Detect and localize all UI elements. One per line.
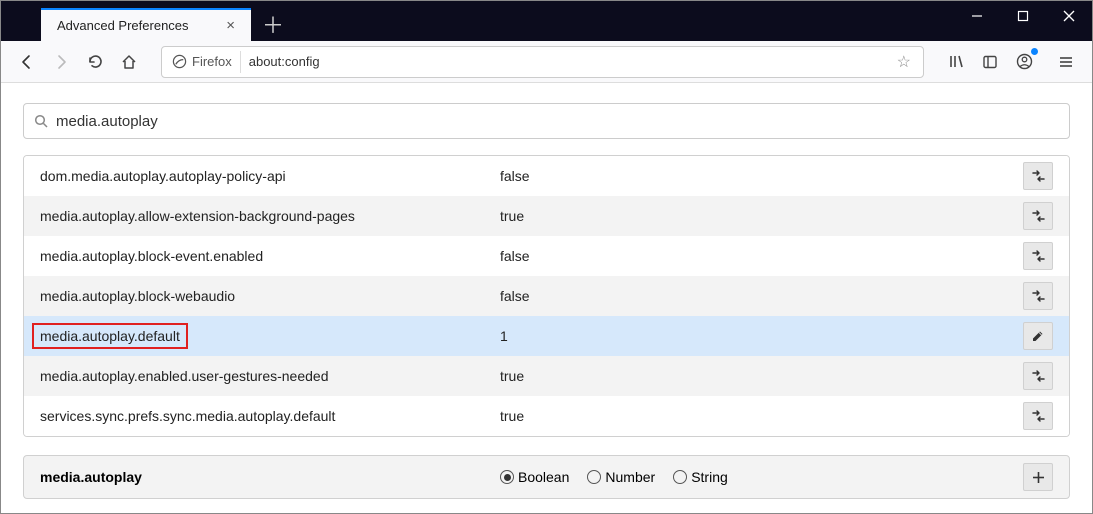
- pref-value: true: [500, 208, 1023, 224]
- pref-row[interactable]: media.autoplay.allow-extension-backgroun…: [24, 196, 1069, 236]
- tab-title: Advanced Preferences: [57, 18, 222, 33]
- pref-row[interactable]: media.autoplay.default1: [24, 316, 1069, 356]
- type-radio-group: Boolean Number String: [500, 469, 1023, 485]
- pref-name: dom.media.autoplay.autoplay-policy-api: [40, 168, 500, 184]
- edit-button[interactable]: [1023, 322, 1053, 350]
- window-titlebar: Advanced Preferences × ＋: [1, 1, 1092, 41]
- radio-circle-icon: [673, 470, 687, 484]
- maximize-button[interactable]: [1000, 1, 1046, 31]
- pref-value: 1: [500, 328, 1023, 344]
- pref-list: dom.media.autoplay.autoplay-policy-apifa…: [23, 155, 1070, 437]
- radio-label: Number: [605, 469, 655, 485]
- add-pref-row: media.autoplay Boolean Number String: [23, 455, 1070, 499]
- identity-box[interactable]: Firefox: [168, 51, 241, 73]
- about-config-content: dom.media.autoplay.autoplay-policy-apifa…: [1, 83, 1092, 513]
- pref-name: media.autoplay.allow-extension-backgroun…: [40, 208, 500, 224]
- radio-label: String: [691, 469, 728, 485]
- type-radio-string[interactable]: String: [673, 469, 728, 485]
- pref-search-row: [23, 103, 1070, 139]
- back-button[interactable]: [11, 46, 43, 78]
- radio-label: Boolean: [518, 469, 569, 485]
- firefox-logo-icon: [172, 54, 187, 69]
- pref-value: false: [500, 168, 1023, 184]
- pref-name: media.autoplay.block-webaudio: [40, 288, 500, 304]
- window-controls: [954, 1, 1092, 31]
- toggle-button[interactable]: [1023, 242, 1053, 270]
- bookmark-star-icon[interactable]: ☆: [891, 52, 917, 72]
- pref-name: media.autoplay.enabled.user-gestures-nee…: [40, 368, 500, 384]
- forward-button[interactable]: [45, 46, 77, 78]
- url-bar[interactable]: Firefox ☆: [161, 46, 924, 78]
- pref-value: false: [500, 248, 1023, 264]
- navigation-toolbar: Firefox ☆: [1, 41, 1092, 83]
- identity-label: Firefox: [192, 54, 232, 69]
- type-radio-number[interactable]: Number: [587, 469, 655, 485]
- reload-button[interactable]: [79, 46, 111, 78]
- toggle-button[interactable]: [1023, 162, 1053, 190]
- library-button[interactable]: [940, 46, 972, 78]
- sidebar-button[interactable]: [974, 46, 1006, 78]
- pref-value: true: [500, 368, 1023, 384]
- minimize-button[interactable]: [954, 1, 1000, 31]
- pref-row[interactable]: services.sync.prefs.sync.media.autoplay.…: [24, 396, 1069, 436]
- radio-circle-icon: [587, 470, 601, 484]
- toggle-button[interactable]: [1023, 402, 1053, 430]
- toggle-button[interactable]: [1023, 282, 1053, 310]
- pref-value: true: [500, 408, 1023, 424]
- toggle-button[interactable]: [1023, 202, 1053, 230]
- add-pref-name: media.autoplay: [40, 469, 500, 485]
- pref-name: media.autoplay.default: [40, 323, 500, 349]
- radio-circle-icon: [500, 470, 514, 484]
- type-radio-boolean[interactable]: Boolean: [500, 469, 569, 485]
- pref-name: services.sync.prefs.sync.media.autoplay.…: [40, 408, 500, 424]
- pref-name: media.autoplay.block-event.enabled: [40, 248, 500, 264]
- pref-row[interactable]: dom.media.autoplay.autoplay-policy-apifa…: [24, 156, 1069, 196]
- account-button[interactable]: [1008, 46, 1040, 78]
- pref-search-input[interactable]: [56, 113, 1059, 130]
- url-input[interactable]: [241, 54, 891, 69]
- new-tab-button[interactable]: ＋: [259, 10, 287, 38]
- pref-row[interactable]: media.autoplay.block-event.enabledfalse: [24, 236, 1069, 276]
- toggle-button[interactable]: [1023, 362, 1053, 390]
- menu-button[interactable]: [1050, 46, 1082, 78]
- pref-value: false: [500, 288, 1023, 304]
- pref-row[interactable]: media.autoplay.enabled.user-gestures-nee…: [24, 356, 1069, 396]
- browser-tab[interactable]: Advanced Preferences ×: [41, 8, 251, 41]
- home-button[interactable]: [113, 46, 145, 78]
- close-tab-icon[interactable]: ×: [222, 15, 239, 36]
- pref-row[interactable]: media.autoplay.block-webaudiofalse: [24, 276, 1069, 316]
- search-icon: [34, 114, 48, 128]
- add-button[interactable]: [1023, 463, 1053, 491]
- close-window-button[interactable]: [1046, 1, 1092, 31]
